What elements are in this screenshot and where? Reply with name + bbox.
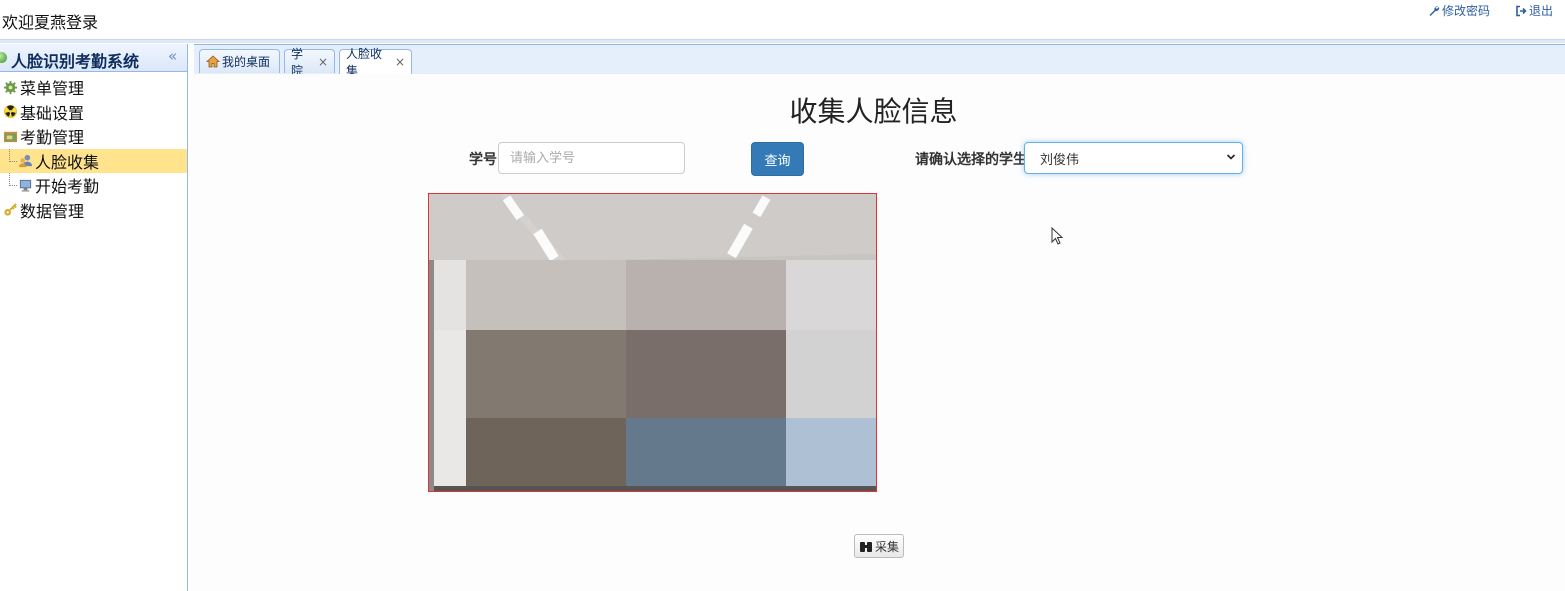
tree-item-face-collection[interactable]: 人脸收集 bbox=[0, 148, 187, 173]
tree-guide bbox=[9, 148, 17, 162]
student-id-label: 学号 bbox=[469, 152, 497, 168]
tab-college[interactable]: 学院 × bbox=[284, 47, 335, 78]
home-icon bbox=[206, 55, 220, 68]
tree-item-label: 基础设置 bbox=[20, 103, 85, 123]
tab-bar: 我的桌面 学院 × 人脸收集 × bbox=[194, 44, 1565, 78]
student-id-input[interactable] bbox=[498, 142, 685, 174]
tree-guide bbox=[9, 173, 17, 186]
tree-item-label: 菜单管理 bbox=[20, 79, 85, 99]
tree-item-label: 人脸收集 bbox=[35, 152, 100, 172]
tree-item-menu-management[interactable]: 菜单管理 bbox=[0, 75, 187, 100]
tree-item-start-attendance[interactable]: 开始考勤 bbox=[0, 173, 187, 198]
tree-item-basic-settings[interactable]: 基础设置 bbox=[0, 100, 187, 125]
tab-label: 我的桌面 bbox=[222, 55, 271, 69]
collect-label: 采集 bbox=[874, 539, 899, 554]
collect-button[interactable]: 采集 bbox=[854, 534, 904, 558]
tree-item-label: 开始考勤 bbox=[35, 177, 100, 197]
mouse-cursor-icon bbox=[1051, 227, 1064, 245]
welcome-text: 欢迎夏燕登录 bbox=[2, 13, 99, 32]
camera-preview bbox=[428, 193, 877, 492]
tree-item-label: 数据管理 bbox=[20, 201, 85, 221]
binoculars-icon bbox=[859, 541, 872, 552]
radiation-icon bbox=[3, 105, 18, 119]
tab-my-desktop[interactable]: 我的桌面 bbox=[199, 49, 280, 73]
confirm-student-label: 请确认选择的学生 bbox=[915, 152, 1027, 168]
student-select[interactable]: 刘俊伟 bbox=[1024, 142, 1243, 174]
logout-label: 退出 bbox=[1529, 4, 1554, 18]
close-icon[interactable]: × bbox=[318, 55, 328, 69]
menu-tree: 菜单管理 基础设置 考勤管理 人脸收集 开始考勤 数据管理 bbox=[0, 75, 187, 222]
wrench-icon bbox=[1429, 5, 1440, 16]
selected-student: 刘俊伟 bbox=[1040, 152, 1080, 168]
gear-icon bbox=[3, 80, 18, 94]
main-content: 收集人脸信息 学号 查询 请确认选择的学生 刘俊伟 bbox=[194, 74, 1565, 591]
chevron-down-icon bbox=[1226, 154, 1236, 160]
monitor-icon bbox=[19, 179, 32, 192]
tree-item-attendance-management[interactable]: 考勤管理 bbox=[0, 124, 187, 149]
sidebar: 人脸识别考勤系统 « 菜单管理 基础设置 考勤管理 人脸收集 开始考勤 数据管理 bbox=[0, 44, 188, 591]
globe-icon bbox=[0, 52, 7, 63]
logout-icon bbox=[1516, 5, 1527, 16]
query-button[interactable]: 查询 bbox=[751, 142, 804, 176]
logout-link[interactable]: 退出 bbox=[1515, 2, 1553, 19]
page-title: 收集人脸信息 bbox=[789, 95, 958, 128]
sidebar-header: 人脸识别考勤系统 « bbox=[0, 44, 187, 72]
sidebar-title: 人脸识别考勤系统 bbox=[11, 52, 140, 71]
users-icon bbox=[18, 155, 33, 168]
top-bar: 欢迎夏燕登录 修改密码 退出 bbox=[0, 0, 1565, 40]
tab-face-collection[interactable]: 人脸收集 × bbox=[339, 47, 412, 78]
change-password-link[interactable]: 修改密码 bbox=[1428, 2, 1490, 19]
keys-icon bbox=[4, 203, 17, 216]
folder-icon bbox=[3, 131, 18, 142]
change-password-label: 修改密码 bbox=[1442, 4, 1491, 18]
camera-frame-image bbox=[429, 194, 876, 491]
top-divider bbox=[0, 39, 1565, 43]
tree-item-label: 考勤管理 bbox=[20, 128, 85, 148]
collapse-icon[interactable]: « bbox=[168, 47, 177, 65]
close-icon[interactable]: × bbox=[395, 55, 405, 69]
tree-item-data-management[interactable]: 数据管理 bbox=[0, 198, 187, 223]
